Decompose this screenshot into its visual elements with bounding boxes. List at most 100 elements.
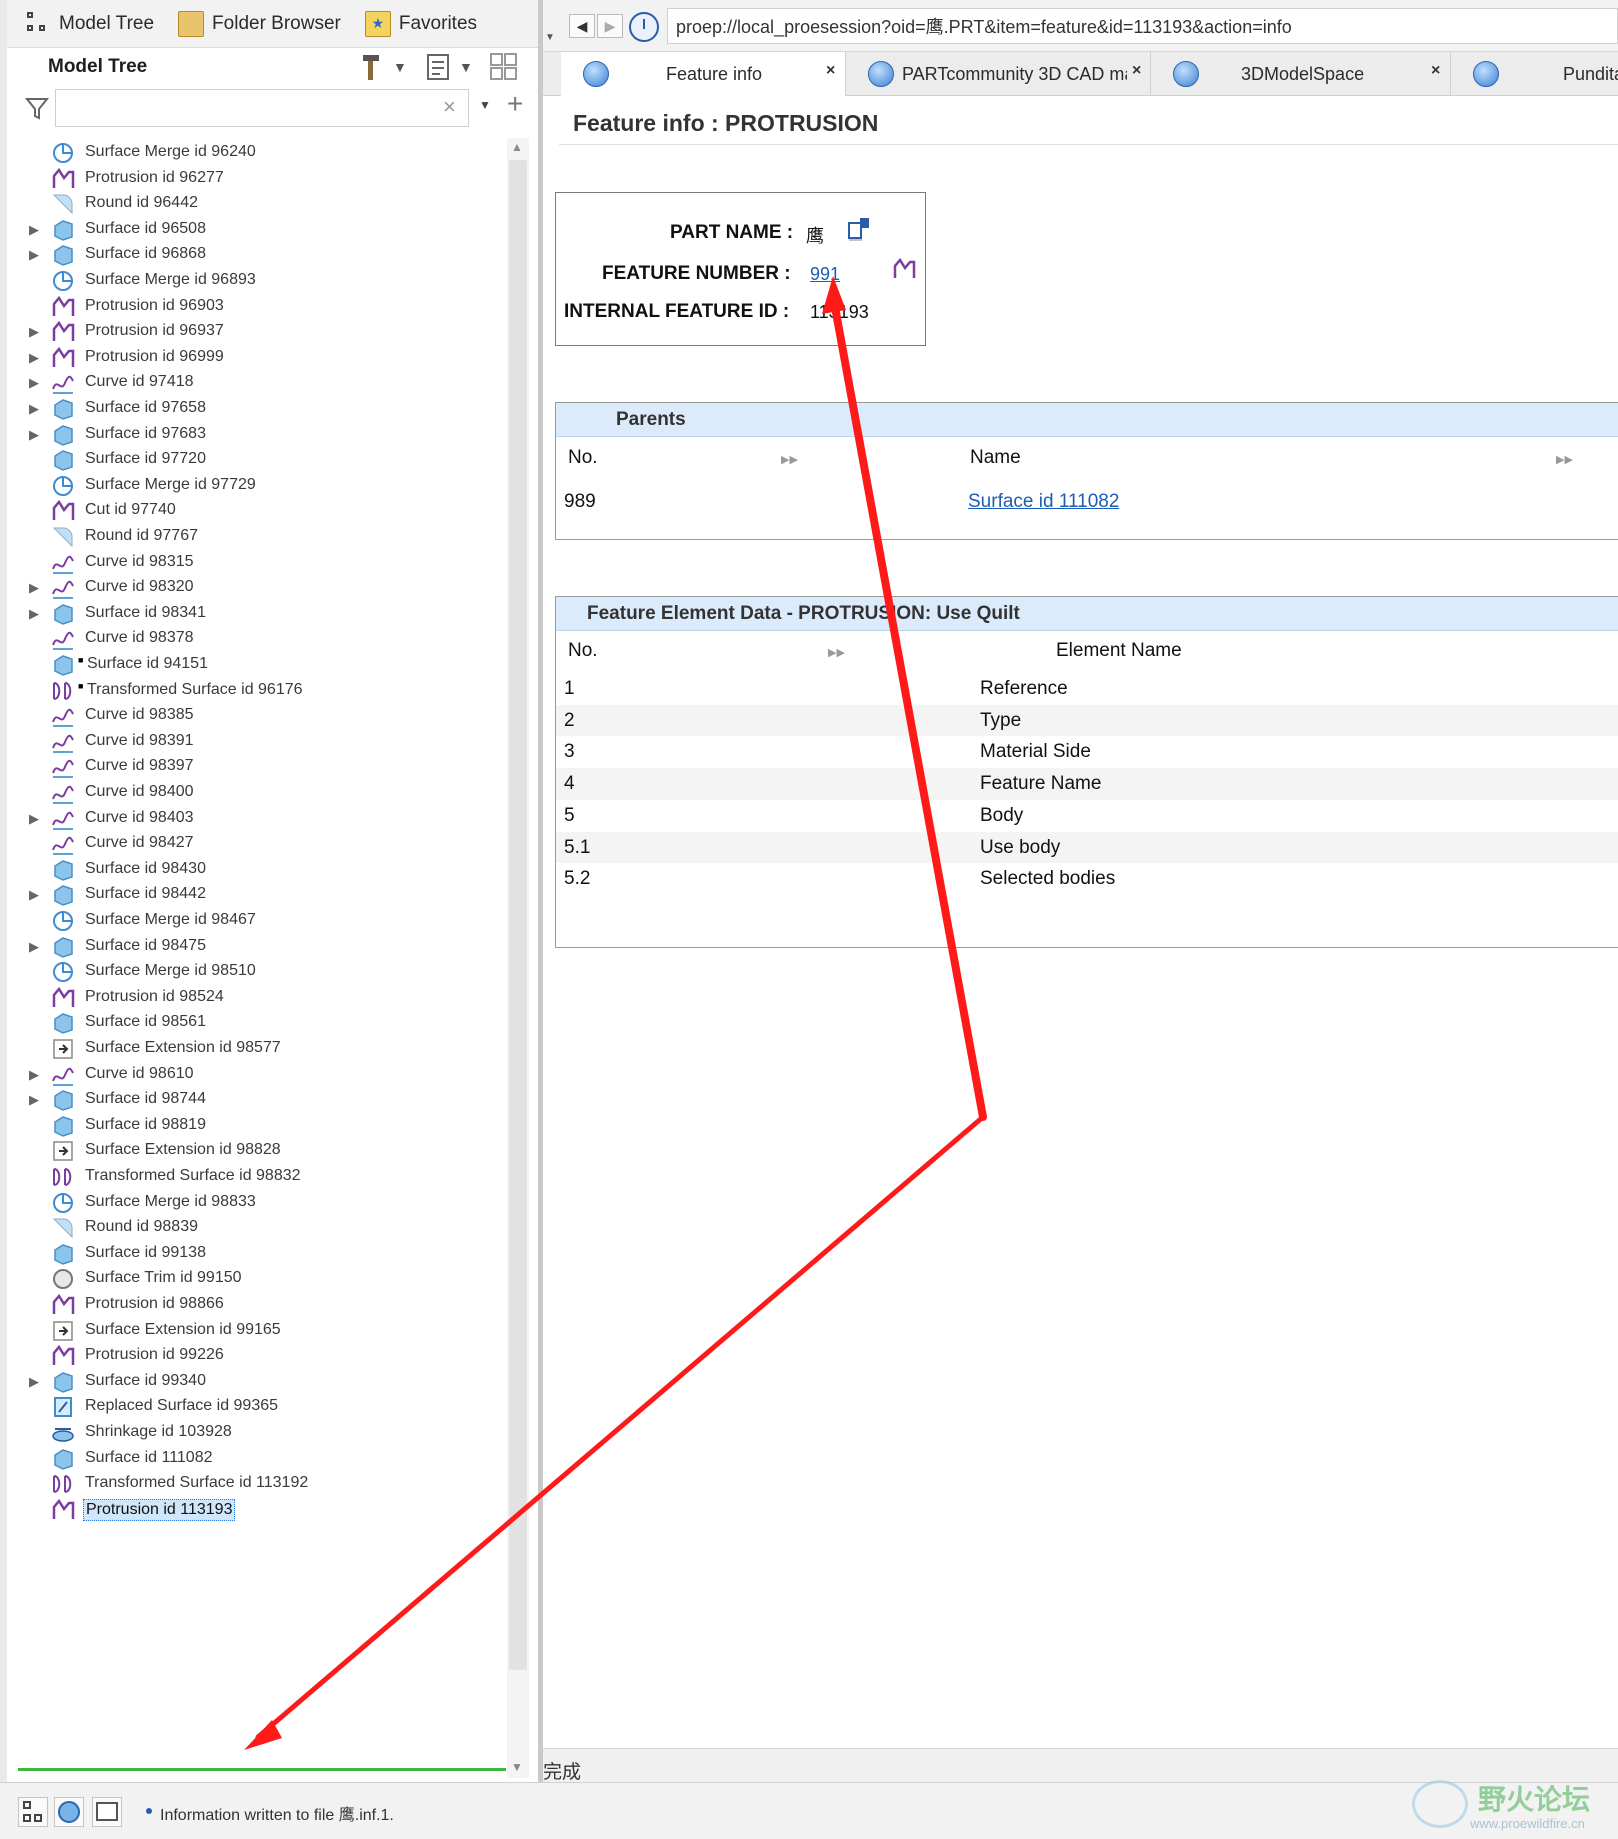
forward-button[interactable]: ▶ — [597, 14, 623, 38]
tab-folder-browser[interactable]: Folder Browser — [166, 0, 353, 48]
curve-icon — [52, 555, 74, 574]
element-data-title: Feature Element Data - PROTRUSION: Use Q… — [556, 597, 1618, 631]
sort-icon[interactable]: ▶▶ — [828, 646, 845, 659]
tree-item-label: Protrusion id 96903 — [85, 296, 224, 314]
tab-model-tree[interactable]: Model Tree — [13, 0, 166, 48]
element-no: 3 — [564, 741, 575, 763]
watermark: 野火论坛 www.proewildfire.cn — [1408, 1772, 1618, 1839]
tree-item-label: Curve id 98397 — [85, 757, 194, 775]
tab-pundita[interactable]: Pundita — [1451, 52, 1618, 96]
tree-item-label: Protrusion id 96999 — [85, 347, 224, 365]
close-icon[interactable]: × — [1132, 62, 1141, 80]
expand-arrow-icon[interactable]: ▶ — [29, 401, 43, 417]
tree-search-input[interactable] — [55, 89, 469, 127]
expand-arrow-icon[interactable]: ▶ — [29, 222, 43, 238]
element-name: Use body — [980, 836, 1061, 858]
tab-favorites[interactable]: ★ Favorites — [353, 0, 489, 48]
tree-filter-row: × ▼ + — [7, 86, 538, 130]
tree-scrollbar[interactable]: ▲ ▼ — [507, 138, 529, 1778]
expand-arrow-icon[interactable]: ▶ — [29, 1092, 43, 1108]
scroll-thumb[interactable] — [509, 160, 527, 1670]
surface-icon — [54, 603, 73, 625]
expand-arrow-icon[interactable]: ▶ — [29, 427, 43, 443]
expand-arrow-icon[interactable]: ▶ — [29, 580, 43, 596]
back-button[interactable]: ◀ — [569, 14, 595, 38]
tree-item-label: Surface Merge id 97729 — [85, 475, 256, 493]
settings-button[interactable]: ▼ — [425, 52, 473, 82]
element-no: 2 — [564, 709, 575, 731]
show-button[interactable] — [489, 52, 519, 82]
tree-item-label: Curve id 98391 — [85, 731, 194, 749]
sort-icon[interactable]: ▶▶ — [1556, 453, 1573, 466]
parent-name-link[interactable]: Surface id 111082 — [968, 491, 1119, 513]
sort-icon[interactable]: ▶▶ — [781, 453, 798, 466]
tab-3dmodelspace[interactable]: 3DModelSpace × — [1151, 52, 1451, 96]
tree-item-label: Curve id 98315 — [85, 552, 194, 570]
transformed-surface-icon — [53, 1475, 72, 1494]
transformed-surface-icon — [53, 1168, 72, 1186]
surface-icon — [54, 1090, 73, 1111]
part-name-label: PART NAME : — [670, 222, 794, 243]
tree-item-label: Surface Merge id 96240 — [85, 143, 256, 160]
expand-arrow-icon[interactable]: ▶ — [29, 887, 43, 903]
expand-arrow-icon[interactable]: ▶ — [29, 1067, 43, 1083]
expand-arrow-icon[interactable]: ▶ — [29, 375, 43, 391]
col-header-no: No. — [568, 447, 598, 468]
tab-partcommunity[interactable]: PARTcommunity 3D CAD ma × — [846, 52, 1151, 96]
protrusion-icon — [52, 295, 75, 316]
expand-arrow-icon[interactable]: ▶ — [29, 350, 43, 366]
model-tree-header: Model Tree ▼ ▼ — [7, 48, 538, 86]
tree-item-label: Curve id 98320 — [85, 578, 194, 596]
tree-item-label: Surface id 98819 — [85, 1115, 206, 1133]
expand-arrow-icon[interactable]: ▶ — [29, 247, 43, 263]
surface-icon — [54, 936, 73, 958]
filter-icon[interactable] — [25, 96, 49, 120]
expand-arrow-icon[interactable]: ▶ — [29, 939, 43, 955]
part-info-icon[interactable] — [846, 217, 870, 241]
tab-feature-info[interactable]: Feature info × — [561, 52, 846, 96]
clear-search-icon[interactable]: × — [443, 94, 456, 120]
browser-tabs: Feature info × PARTcommunity 3D CAD ma ×… — [543, 52, 1618, 96]
url-input[interactable] — [667, 8, 1618, 44]
tree-item-label: Transformed Surface id 113192 — [85, 1474, 309, 1492]
scroll-up-icon[interactable]: ▲ — [511, 140, 523, 154]
cut-icon — [52, 500, 75, 521]
feature-number-link[interactable]: 991 — [810, 264, 840, 285]
tree-item-label: Surface id 97658 — [85, 399, 206, 416]
tree-item[interactable]: Protrusion id 113193 — [7, 1495, 507, 1525]
close-icon[interactable]: × — [826, 62, 835, 80]
expand-arrow-icon[interactable]: ▶ — [29, 324, 43, 340]
col-header-no: No. — [568, 640, 598, 661]
toggle-browser-button[interactable] — [54, 1797, 84, 1827]
expand-arrow-icon[interactable]: ▶ — [29, 1374, 43, 1390]
status-marker-icon: ■ — [78, 680, 84, 691]
protrusion-icon — [52, 1293, 75, 1314]
tools-button[interactable]: ▼ — [359, 52, 407, 82]
chevron-down-icon[interactable]: ▼ — [479, 98, 491, 112]
full-screen-button[interactable] — [92, 1797, 122, 1827]
tree-item-label: Curve id 98427 — [85, 834, 194, 852]
close-icon[interactable]: × — [1431, 62, 1440, 80]
tree-item-label: Round id 98839 — [85, 1218, 198, 1236]
expand-arrow-icon[interactable]: ▶ — [29, 606, 43, 622]
surface-icon — [54, 1243, 73, 1265]
protrusion-icon[interactable] — [892, 257, 916, 281]
tree-item-label: Surface Merge id 98510 — [85, 962, 256, 980]
globe-icon — [58, 1801, 80, 1823]
expand-arrow-icon[interactable]: ▶ — [29, 811, 43, 827]
surface-merge-icon — [53, 1192, 73, 1213]
tree-item-label: Surface Merge id 98467 — [85, 911, 256, 928]
curve-icon — [52, 1067, 74, 1086]
toggle-navigator-button[interactable] — [18, 1797, 48, 1827]
scroll-down-icon[interactable]: ▼ — [511, 1760, 523, 1774]
add-filter-icon[interactable]: + — [507, 88, 523, 120]
address-bar: ▼ ◀ ▶ — [543, 0, 1618, 52]
history-icon[interactable] — [629, 12, 659, 42]
browser-menu-chevron-icon[interactable]: ▼ — [545, 32, 555, 43]
tree-item-label: Curve id 98403 — [85, 808, 194, 826]
element-name: Body — [980, 804, 1024, 826]
element-name: Material Side — [980, 741, 1091, 763]
element-name: Type — [980, 709, 1022, 731]
watermark-logo-icon — [1412, 1780, 1468, 1828]
tree-item-label: Surface id 96508 — [85, 219, 206, 237]
